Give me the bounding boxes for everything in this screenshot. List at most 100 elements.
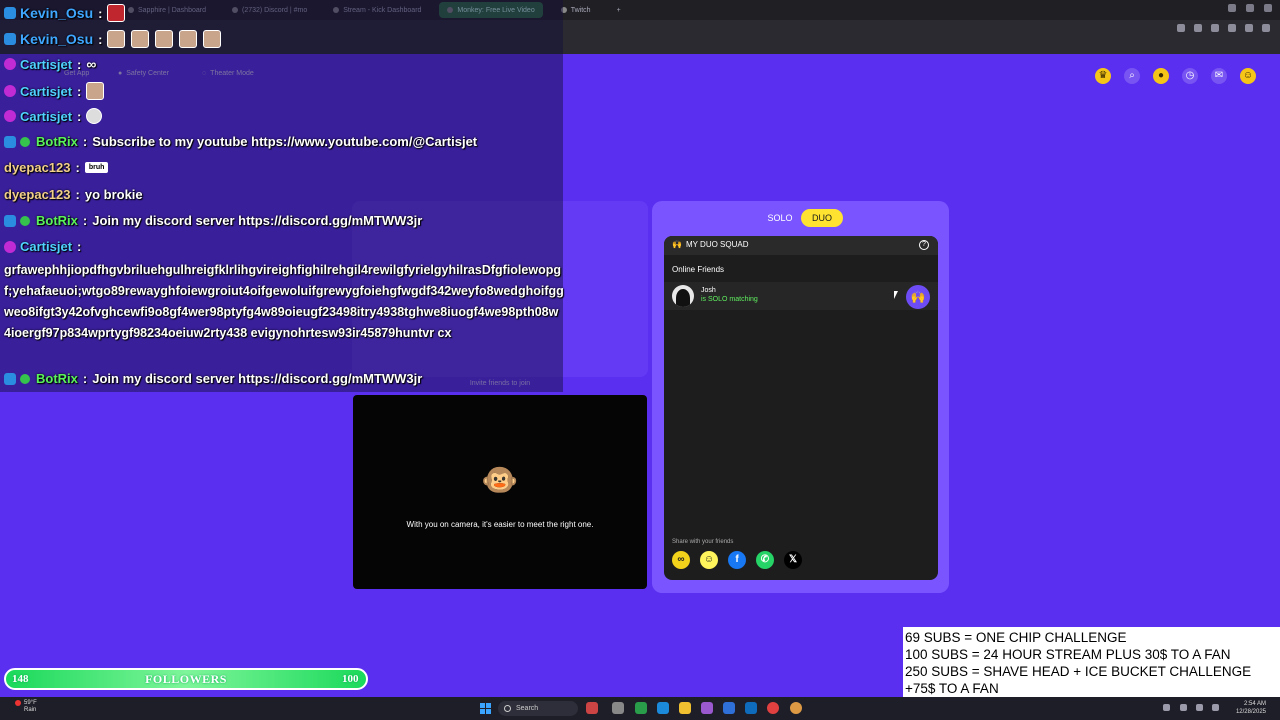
taskbar-clock[interactable]: 2:54 AM 12/28/2025 [1236,700,1266,716]
mic-badge-icon [4,58,16,70]
new-tab-button[interactable]: + [609,2,629,18]
duo-mode-button[interactable]: DUO [801,209,843,227]
verified-icon [20,215,30,226]
app-icon[interactable] [723,702,735,714]
tray-chevron-icon[interactable] [1163,704,1170,711]
network-icon[interactable] [1180,704,1187,711]
copy-link-icon[interactable]: ∞ [672,551,690,569]
bot-badge-icon [4,135,16,148]
help-icon[interactable]: ? [919,240,929,250]
chat-colon: : [98,31,103,47]
chat-username: Cartisjet [20,108,73,124]
crown-icon[interactable]: ♛ [1095,68,1111,84]
window-controls [1228,4,1272,12]
chat-username: Cartisjet [20,56,73,72]
sub-goal-line: +75$ TO A FAN [905,681,999,696]
chrome-icon[interactable] [790,702,802,714]
profile-icon[interactable] [1262,24,1270,32]
chat-colon: : [82,371,88,386]
emote-icon [86,82,105,100]
app-icon[interactable] [612,702,624,714]
chat-text: Subscribe to my youtube https://www.yout… [92,134,478,149]
kick-badge-icon [4,33,16,45]
battery-icon[interactable] [1212,704,1219,711]
emote-icon [179,30,198,48]
clock-time: 2:54 AM [1243,701,1266,707]
chat-colon: : [77,83,82,99]
menu-icon[interactable] [1245,24,1253,32]
chat-username: BotRix [36,134,78,149]
folder-icon[interactable] [679,702,691,714]
messages-icon[interactable]: ✉ [1211,68,1227,84]
chat-username: BotRix [36,371,78,386]
chat-message: dyepac123: bruh [4,160,109,175]
emote-icon [203,30,222,48]
extension-icon[interactable] [1194,24,1202,32]
monkey-camera-icon: 🐵 [481,464,519,497]
weather-icon [15,700,21,706]
chat-colon: : [82,213,88,228]
maximize-icon[interactable] [1246,4,1254,12]
windows-start-button[interactable] [480,703,491,714]
coin-icon[interactable]: ● [1153,68,1169,84]
puzzle-icon[interactable] [1228,24,1236,32]
history-icon[interactable]: ◷ [1182,68,1198,84]
chat-message: BotRix: Join my discord server https://d… [4,371,422,386]
chat-message: BotRix: Join my discord server https://d… [4,213,422,228]
shield-icon[interactable] [1211,24,1219,32]
chat-colon: : [77,239,82,254]
bruh-emote: bruh [84,162,109,173]
whatsapp-icon[interactable]: ✆ [756,551,774,569]
emote-icon [107,4,126,22]
edge-icon[interactable] [657,702,669,714]
chat-message: BotRix: Subscribe to my youtube https://… [4,134,477,149]
chat-message: Kevin_Osu: [4,4,131,22]
chat-username: dyepac123 [4,160,71,175]
snapchat-icon[interactable]: ☺ [700,551,718,569]
emote-icon [131,30,150,48]
chat-username: Kevin_Osu [20,31,94,47]
app-icon[interactable] [635,702,647,714]
chat-message: Kevin_Osu: [4,30,227,48]
facebook-icon[interactable]: f [728,551,746,569]
verified-icon [20,136,30,147]
close-icon[interactable] [1264,4,1272,12]
app-icon[interactable] [701,702,713,714]
chat-message: Cartisjet: [4,108,108,124]
infinity-emote-icon: ∞ [86,56,97,72]
sub-goal-line: 69 SUBS = ONE CHIP CHALLENGE [905,630,1127,645]
mic-badge-icon [4,85,16,97]
invite-friend-button[interactable]: 🙌 [906,285,930,309]
app-icon[interactable] [586,702,598,714]
x-icon[interactable]: 𝕏 [784,551,802,569]
avatar[interactable]: ☺ [1240,68,1256,84]
plus-icon: + [616,6,621,14]
share-title: Share with your friends [672,539,734,545]
volume-icon[interactable] [1196,704,1203,711]
bookmark-icon[interactable] [1177,24,1185,32]
friend-status: is SOLO matching [701,296,758,303]
weather-temp: 59°F [24,700,37,706]
chat-text: Join my discord server https://discord.g… [92,371,423,386]
bot-badge-icon [4,214,16,227]
chat-message: Cartisjet: [4,239,86,254]
verified-icon [20,373,30,384]
mic-badge-icon [4,110,16,122]
extension-icons [1177,24,1270,32]
chat-message: dyepac123: yo brokie [4,187,143,202]
outlook-icon[interactable] [745,702,757,714]
search-icon[interactable]: ⌕ [1124,68,1140,84]
chat-colon: : [98,5,103,21]
squad-title: 🙌 MY DUO SQUAD [672,240,749,249]
weather-widget[interactable]: 59°F Rain [24,700,37,714]
solo-mode-button[interactable]: SOLO [760,210,800,226]
online-friends-title: Online Friends [672,265,725,274]
chat-colon: : [77,56,82,72]
weather-desc: Rain [24,707,37,713]
minimize-icon[interactable] [1228,4,1236,12]
opera-icon[interactable] [767,702,779,714]
chat-text: yo brokie [84,187,143,202]
chat-username: Cartisjet [20,239,73,254]
friend-name: Josh [701,287,716,294]
chat-colon: : [82,134,88,149]
